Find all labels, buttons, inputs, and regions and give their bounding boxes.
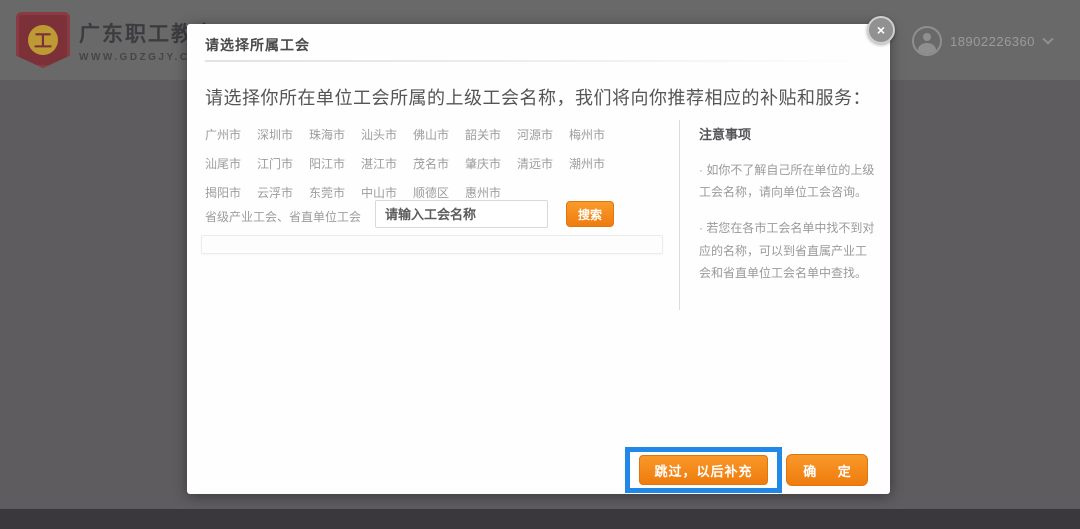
city-link[interactable]: 河源市: [517, 126, 553, 143]
city-link[interactable]: 东莞市: [309, 184, 345, 201]
city-link[interactable]: 江门市: [257, 155, 293, 172]
union-select-modal: 请选择所属工会 请选择你所在单位工会所属的上级工会名称，我们将向你推荐相应的补贴…: [187, 24, 890, 494]
logo-badge-glyph: 工: [28, 25, 58, 55]
city-link[interactable]: 顺德区: [413, 184, 449, 201]
city-link[interactable]: 韶关市: [465, 126, 501, 143]
avatar-icon: [912, 26, 942, 56]
city-link[interactable]: 惠州市: [465, 184, 501, 201]
city-link[interactable]: 汕尾市: [205, 155, 241, 172]
city-link[interactable]: 佛山市: [413, 126, 449, 143]
city-link[interactable]: 深圳市: [257, 126, 293, 143]
search-button[interactable]: 搜索: [566, 201, 614, 227]
city-link[interactable]: 湛江市: [361, 155, 397, 172]
city-link[interactable]: 梅州市: [569, 126, 605, 143]
city-link[interactable]: 广州市: [205, 126, 241, 143]
chevron-down-icon: [1042, 33, 1053, 44]
provincial-search-row: 省级产业工会、省直单位工会 搜索: [205, 200, 645, 230]
divider: [679, 120, 680, 310]
notes-panel: 注意事项 如你不了解自己所在单位的上级工会名称，请向单位工会咨询。若您在各市工会…: [699, 124, 875, 298]
page: 工 广东职工教育网 WWW.GDZGJY.COM 18902226360 请选择…: [0, 0, 1080, 529]
city-link[interactable]: 中山市: [361, 184, 397, 201]
city-link[interactable]: 潮州市: [569, 155, 605, 172]
city-link[interactable]: 云浮市: [257, 184, 293, 201]
city-link[interactable]: 茂名市: [413, 155, 449, 172]
provincial-unions-link[interactable]: 省级产业工会、省直单位工会: [205, 208, 361, 225]
confirm-button[interactable]: 确 定: [786, 454, 868, 486]
close-glyph: ×: [877, 22, 885, 38]
city-link[interactable]: 阳江市: [309, 155, 345, 172]
city-link[interactable]: 揭阳市: [205, 184, 241, 201]
skip-button[interactable]: 跳过，以后补充: [639, 455, 768, 485]
logo-badge-icon: 工: [16, 12, 70, 68]
union-name-input[interactable]: [375, 200, 548, 228]
note-item: 若您在各市工会名单中找不到对应的名称，可以到省直属产业工会和省直单位工会名单中查…: [699, 217, 875, 284]
city-link[interactable]: 汕头市: [361, 126, 397, 143]
city-link[interactable]: 珠海市: [309, 126, 345, 143]
user-menu[interactable]: 18902226360: [912, 26, 1052, 56]
notes-title: 注意事项: [699, 124, 875, 143]
city-link[interactable]: 肇庆市: [465, 155, 501, 172]
user-phone: 18902226360: [950, 34, 1035, 49]
page-footer: [0, 509, 1080, 529]
notes-list: 如你不了解自己所在单位的上级工会名称，请向单位工会咨询。若您在各市工会名单中找不…: [699, 159, 875, 284]
title-divider: [205, 60, 875, 62]
modal-title: 请选择所属工会: [205, 35, 310, 55]
search-results-box[interactable]: [201, 235, 663, 254]
highlight-annotation: 跳过，以后补充: [625, 447, 782, 493]
close-icon[interactable]: ×: [867, 16, 895, 44]
modal-heading: 请选择你所在单位工会所属的上级工会名称，我们将向你推荐相应的补贴和服务：: [205, 84, 877, 110]
note-item: 如你不了解自己所在单位的上级工会名称，请向单位工会咨询。: [699, 159, 875, 203]
city-link[interactable]: 清远市: [517, 155, 553, 172]
